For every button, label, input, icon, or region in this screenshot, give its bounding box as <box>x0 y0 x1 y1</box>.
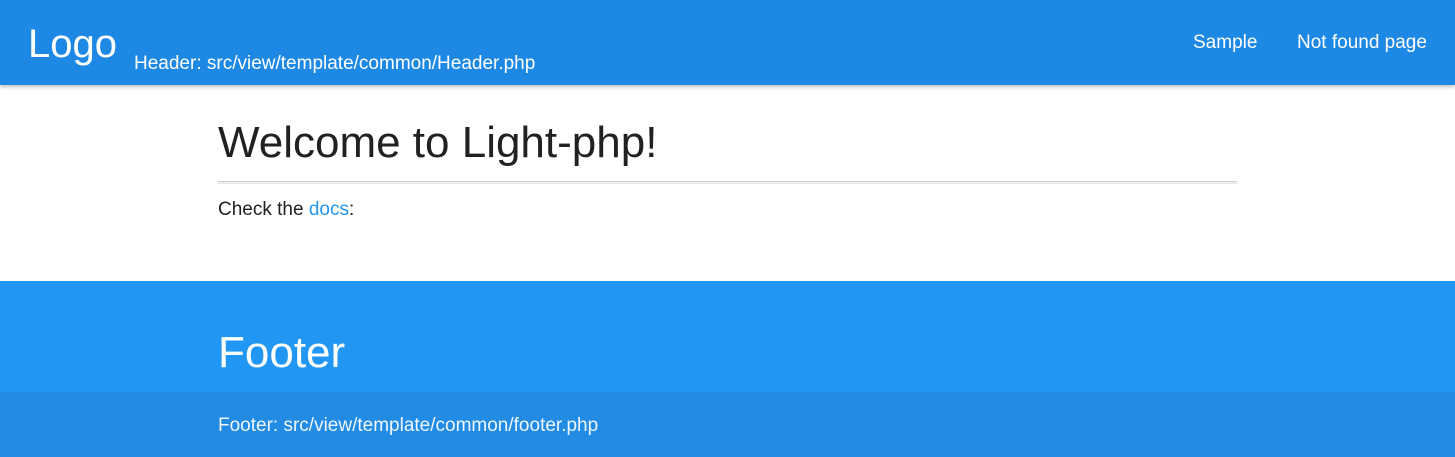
header-navbar: Logo Header: src/view/template/common/He… <box>0 0 1455 85</box>
footer-title: Footer <box>218 328 346 377</box>
footer-bottom-bar: Footer: src/view/template/common/footer.… <box>0 392 1455 457</box>
nav-link-not-found-page[interactable]: Not found page <box>1297 31 1427 55</box>
nav-link-sample[interactable]: Sample <box>1193 31 1257 55</box>
intro-suffix: : <box>348 199 355 220</box>
intro-prefix: Check the <box>218 199 309 220</box>
title-divider <box>218 181 1237 184</box>
intro-text: Check the docs: <box>218 198 354 222</box>
header-template-note: Header: src/view/template/common/Header.… <box>134 53 536 74</box>
footer: Footer Footer: src/view/template/common/… <box>0 281 1455 457</box>
docs-link[interactable]: docs <box>309 199 349 220</box>
logo-link[interactable]: Logo <box>28 20 117 68</box>
footer-template-note: Footer: src/view/template/common/footer.… <box>218 415 599 436</box>
page-title: Welcome to Light-php! <box>218 118 658 167</box>
